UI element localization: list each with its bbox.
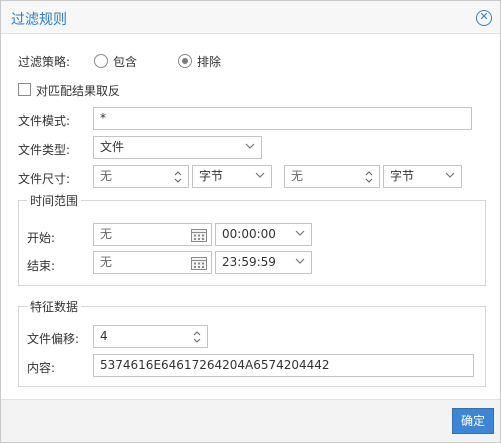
end-date-input[interactable]: 无 — [93, 251, 212, 274]
dialog-title: 过滤规则 — [11, 12, 67, 28]
file-pattern-input[interactable]: * — [93, 107, 472, 130]
end-time-value: 23:59:59 — [222, 255, 276, 269]
start-time-select[interactable]: 00:00:00 — [215, 223, 312, 246]
start-time-value: 00:00:00 — [222, 227, 276, 241]
close-icon[interactable]: ✕ — [476, 10, 492, 26]
radio-include[interactable] — [94, 54, 108, 68]
chevron-down-icon — [445, 172, 455, 178]
file-size-label: 文件尺寸: — [18, 172, 71, 186]
filter-policy-label: 过滤策略: — [18, 55, 71, 69]
file-pattern-label: 文件模式: — [18, 114, 71, 128]
file-size-min-unit: 字节 — [199, 169, 224, 183]
calendar-icon[interactable] — [190, 255, 208, 271]
offset-value: 4 — [100, 329, 108, 343]
end-label: 结束: — [27, 259, 56, 273]
invert-match-label[interactable]: 对匹配结果取反 — [36, 82, 120, 99]
dialog-titlebar: 过滤规则 ✕ — [1, 1, 500, 34]
file-size-max-unit: 字节 — [390, 169, 415, 183]
start-date-value: 无 — [100, 227, 113, 241]
stepper-icon[interactable] — [192, 329, 202, 345]
file-size-min-unit-select[interactable]: 字节 — [192, 165, 272, 188]
offset-input[interactable]: 4 — [93, 325, 208, 348]
file-type-label: 文件类型: — [18, 143, 71, 157]
chevron-down-icon — [295, 258, 305, 264]
file-size-min-value: 无 — [100, 169, 113, 183]
invert-match-checkbox[interactable] — [18, 83, 31, 96]
file-size-min-input[interactable]: 无 — [93, 165, 189, 188]
time-range-legend: 时间范围 — [27, 192, 82, 209]
file-size-max-unit-select[interactable]: 字节 — [383, 165, 462, 188]
content-input[interactable]: 5374616E64617264204A6574204442 — [93, 354, 474, 377]
calendar-icon[interactable] — [190, 227, 208, 243]
file-type-value: 文件 — [100, 140, 125, 154]
end-time-select[interactable]: 23:59:59 — [215, 251, 312, 274]
file-size-max-input[interactable]: 无 — [284, 165, 380, 188]
end-date-value: 无 — [100, 255, 113, 269]
offset-label: 文件偏移: — [27, 332, 80, 346]
stepper-icon[interactable] — [173, 169, 183, 185]
content-label: 内容: — [27, 361, 56, 375]
radio-exclude[interactable] — [178, 54, 192, 68]
file-size-max-value: 无 — [291, 169, 304, 183]
radio-exclude-label[interactable]: 排除 — [197, 53, 221, 70]
signature-legend: 特征数据 — [27, 298, 82, 315]
start-date-input[interactable]: 无 — [93, 223, 212, 246]
chevron-down-icon — [245, 143, 255, 149]
stepper-icon[interactable] — [364, 169, 374, 185]
chevron-down-icon — [295, 230, 305, 236]
start-label: 开始: — [27, 231, 56, 245]
ok-button[interactable]: 确定 — [452, 408, 494, 434]
filter-rule-dialog: 过滤规则 ✕ 过滤策略: 包含 排除 对匹配结果取反 文件模式: * 文件类型:… — [0, 0, 501, 443]
radio-include-label[interactable]: 包含 — [113, 53, 137, 70]
chevron-down-icon — [255, 172, 265, 178]
file-type-select[interactable]: 文件 — [93, 136, 262, 159]
dialog-footer — [1, 399, 500, 442]
